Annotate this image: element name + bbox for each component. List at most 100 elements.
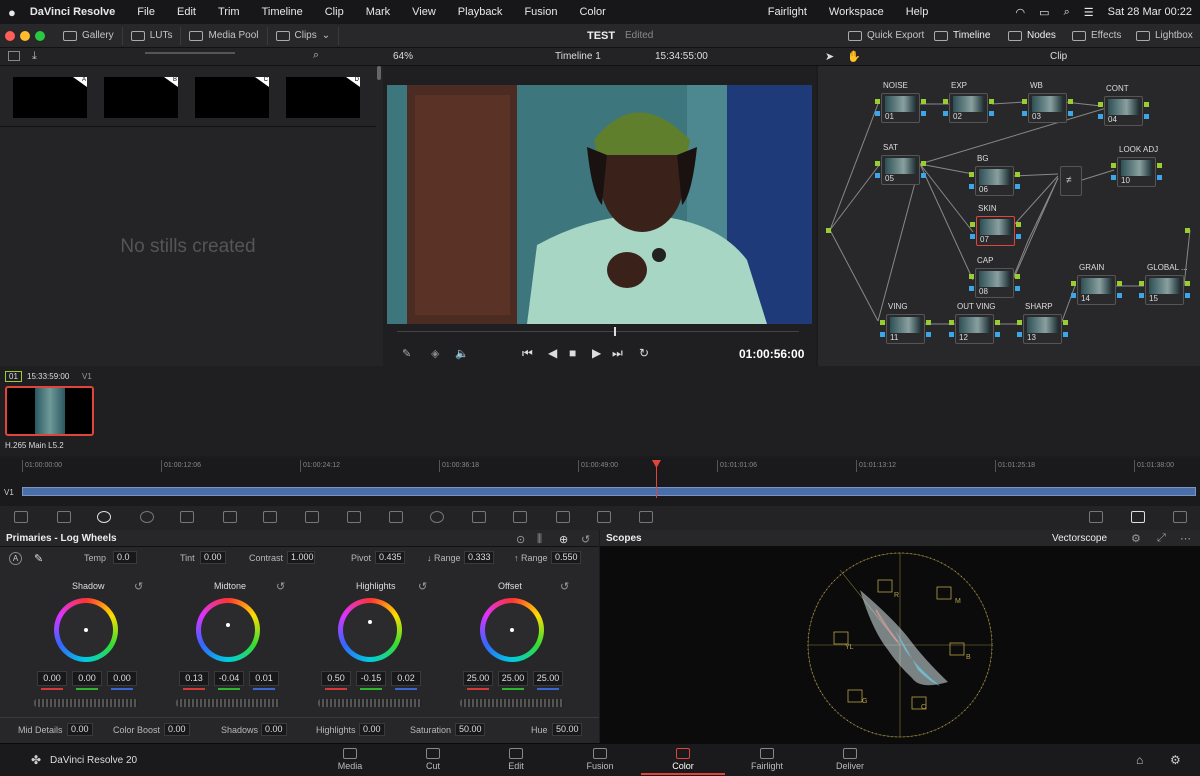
wheel-reset-icon[interactable]: ↺ <box>418 580 427 593</box>
keyframes-icon[interactable] <box>1089 511 1103 523</box>
node-output[interactable] <box>1185 228 1190 233</box>
wheel-value-field[interactable]: 0.01 <box>249 671 279 686</box>
tracker-icon[interactable] <box>472 511 486 523</box>
hdr-wheels-icon[interactable] <box>140 511 154 523</box>
search-icon[interactable]: ⌕ <box>1064 6 1070 19</box>
menu-file[interactable]: File <box>137 6 155 18</box>
wheel-reset-icon[interactable]: ↺ <box>560 580 569 593</box>
go-to-start-icon[interactable]: ⏮ <box>522 346 533 361</box>
color-boost-field[interactable]: 0.00 <box>164 723 190 736</box>
menu-mark[interactable]: Mark <box>366 6 390 18</box>
node-key-output[interactable] <box>1015 286 1020 291</box>
node-key-input[interactable] <box>970 234 975 239</box>
contrast-field[interactable]: 1.000 <box>287 551 315 564</box>
node-rgb-output[interactable] <box>921 99 926 104</box>
node-rgb-output[interactable] <box>921 161 926 166</box>
luts-button[interactable]: LUTs <box>123 26 182 45</box>
color-wheel[interactable] <box>480 598 544 662</box>
apple-icon[interactable]: ● <box>8 5 16 20</box>
color-node[interactable]: 12 <box>955 314 994 344</box>
clips-button[interactable]: Clips ⌄ <box>268 26 340 45</box>
menu-color[interactable]: Color <box>579 6 605 18</box>
rgb-mixer-icon[interactable] <box>180 511 194 523</box>
loop-icon[interactable]: ↻ <box>639 346 649 360</box>
grab-still-icon[interactable]: ⤓ <box>32 50 37 63</box>
viewer-scrubber-handle[interactable] <box>614 327 617 336</box>
wheel-value-field[interactable]: -0.15 <box>356 671 386 686</box>
menu-app-name[interactable]: DaVinci Resolve <box>30 6 115 18</box>
node-key-input[interactable] <box>943 111 948 116</box>
node-key-output[interactable] <box>1016 234 1021 239</box>
wheels-mode-icon[interactable]: ⊕ <box>559 533 568 546</box>
viewer-scrubber-track[interactable] <box>397 331 799 332</box>
master-wheel[interactable] <box>318 699 422 707</box>
nodes-toggle-button[interactable]: Nodes <box>1000 27 1064 45</box>
white-balance-picker-icon[interactable]: ✎ <box>34 552 43 565</box>
mid-details-field[interactable]: 0.00 <box>67 723 93 736</box>
node-key-output[interactable] <box>921 111 926 116</box>
play-icon[interactable]: ▶ <box>592 346 601 360</box>
bars-mode-icon[interactable]: ⫼ <box>537 533 542 546</box>
close-window-button[interactable] <box>5 30 15 41</box>
zoom-level[interactable]: 64% <box>393 51 413 62</box>
pivot-field[interactable]: 0.435 <box>375 551 405 564</box>
gallery-still[interactable]: A <box>13 77 87 118</box>
timeline-selector[interactable]: Timeline 1 <box>555 51 601 62</box>
scope-settings-icon[interactable]: ⚙ <box>1131 532 1141 545</box>
node-key-output[interactable] <box>1068 111 1073 116</box>
more-options-icon[interactable]: ⋯ <box>1180 532 1191 545</box>
thumbnail-size-slider[interactable] <box>145 52 235 54</box>
clip-thumbnail[interactable] <box>5 386 94 436</box>
node-rgb-output[interactable] <box>1144 102 1149 107</box>
node-key-output[interactable] <box>926 332 931 337</box>
color-node[interactable]: 06 <box>975 166 1014 196</box>
node-rgb-input[interactable] <box>969 274 974 279</box>
auto-balance-button[interactable]: A <box>9 552 22 565</box>
menu-fairlight[interactable]: Fairlight <box>768 6 807 18</box>
page-tab-edit[interactable]: Edit <box>491 748 541 771</box>
color-node[interactable]: 11 <box>886 314 925 344</box>
node-rgb-output[interactable] <box>1015 172 1020 177</box>
node-rgb-output[interactable] <box>1185 281 1190 286</box>
node-rgb-input[interactable] <box>943 99 948 104</box>
node-rgb-input[interactable] <box>970 222 975 227</box>
node-key-input[interactable] <box>969 184 974 189</box>
timeline-playhead[interactable] <box>655 466 657 498</box>
menu-timeline[interactable]: Timeline <box>262 6 303 18</box>
menu-view[interactable]: View <box>412 6 436 18</box>
wheel-value-field[interactable]: 0.50 <box>321 671 351 686</box>
node-key-output[interactable] <box>1117 293 1122 298</box>
node-key-output[interactable] <box>1185 293 1190 298</box>
node-key-output[interactable] <box>995 332 1000 337</box>
timeline-toggle-button[interactable]: Timeline <box>926 27 998 45</box>
node-input-source[interactable] <box>826 228 831 233</box>
hue-field[interactable]: 50.00 <box>552 723 582 736</box>
node-key-input[interactable] <box>1017 332 1022 337</box>
picker-tool-icon[interactable]: ✎ <box>402 347 411 360</box>
home-icon[interactable]: ⌂ <box>1136 753 1143 767</box>
node-rgb-output[interactable] <box>1068 99 1073 104</box>
temp-field[interactable]: 0.0 <box>113 551 137 564</box>
highlights-field[interactable]: 0.00 <box>359 723 385 736</box>
key-icon[interactable] <box>556 511 570 523</box>
gallery-still[interactable]: B <box>104 77 178 118</box>
node-key-input[interactable] <box>969 286 974 291</box>
minimize-window-button[interactable] <box>20 30 30 41</box>
menu-help[interactable]: Help <box>906 6 929 18</box>
master-wheel[interactable] <box>176 699 280 707</box>
window-icon[interactable] <box>430 511 444 523</box>
wheel-value-field[interactable]: 25.00 <box>533 671 563 686</box>
gallery-button[interactable]: Gallery <box>55 26 123 45</box>
pointer-tool-icon[interactable]: ➤ <box>825 50 834 63</box>
node-key-output[interactable] <box>1157 175 1162 180</box>
saturation-field[interactable]: 50.00 <box>455 723 485 736</box>
stop-icon[interactable]: ■ <box>569 346 576 360</box>
color-node[interactable]: 05 <box>881 155 920 185</box>
node-rgb-output[interactable] <box>1015 274 1020 279</box>
menu-edit[interactable]: Edit <box>177 6 196 18</box>
color-node[interactable]: 02 <box>949 93 988 123</box>
node-parallel-mixer[interactable]: ≠ <box>1060 166 1082 196</box>
color-node[interactable]: 01 <box>881 93 920 123</box>
effects-toggle-button[interactable]: Effects <box>1064 27 1129 45</box>
node-rgb-input[interactable] <box>1098 102 1103 107</box>
